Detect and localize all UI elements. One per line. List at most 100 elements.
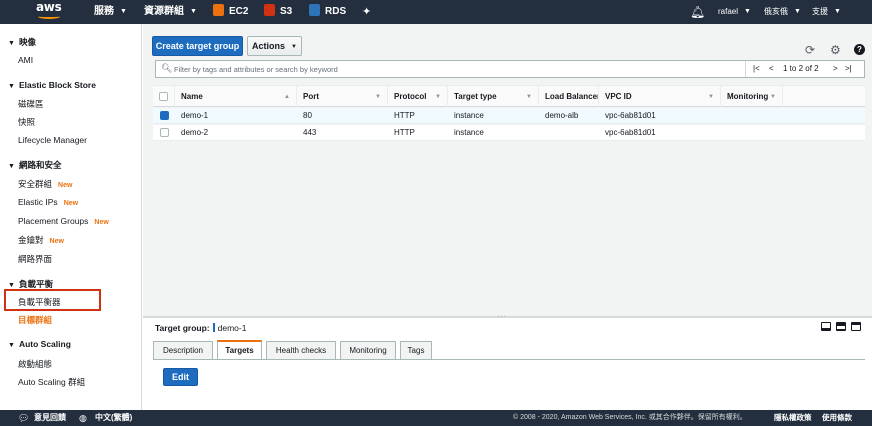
shortcut-s3-label: S3 — [280, 6, 293, 17]
column-label: Port — [303, 92, 319, 101]
main-content: Create target group Actions ▼ ⟳ ⚙ ? 🔍︎ |<… — [143, 24, 872, 410]
sidebar-section-auto-scaling[interactable]: ▼ Auto Scaling — [8, 339, 71, 349]
column-header-protocol[interactable]: Protocol ▼ — [388, 86, 448, 108]
actions-label: Actions — [252, 41, 286, 51]
support-menu[interactable]: 支援 ▼ — [812, 0, 841, 24]
caret-down-icon: ▼ — [8, 163, 15, 170]
new-badge: New — [58, 182, 73, 189]
region-name: 俄亥俄 — [764, 7, 788, 16]
new-badge: New — [63, 200, 79, 207]
filter-input[interactable] — [156, 61, 746, 77]
feedback-link[interactable]: 意見回饋 — [34, 410, 66, 426]
cell-port: 80 — [303, 111, 312, 120]
user-menu[interactable]: rafael ▼ — [718, 0, 751, 24]
language-selector[interactable]: 中文(繁體) — [95, 410, 132, 426]
sidebar-item-security-groups[interactable]: 安全群組 New — [18, 178, 72, 190]
rds-icon — [309, 4, 320, 16]
select-all-checkbox[interactable] — [159, 92, 168, 101]
sidebar-item-ami[interactable]: AMI — [18, 55, 33, 65]
sidebar-section-title: Auto Scaling — [18, 339, 71, 349]
sidebar-item-network-interfaces[interactable]: 網路界面 — [18, 253, 52, 265]
column-header-vpc-id[interactable]: VPC ID ▼ — [599, 86, 721, 108]
terms-of-use-link[interactable]: 使用條款 — [822, 410, 852, 426]
tab-monitoring[interactable]: Monitoring — [340, 341, 396, 359]
sidebar-item-snapshots[interactable]: 快照 — [18, 116, 35, 128]
bell-icon[interactable]: 🔔︎ — [690, 0, 705, 24]
first-page-icon[interactable]: |< — [753, 61, 760, 77]
tab-tags[interactable]: Tags — [400, 341, 432, 359]
tab-targets[interactable]: Targets — [217, 340, 262, 359]
cell-monitoring — [721, 108, 727, 124]
column-header-target-type[interactable]: Target type ▼ — [448, 86, 539, 108]
resource-groups-menu[interactable]: 資源群組 ▼ — [144, 0, 197, 24]
sidebar-section-ebs[interactable]: ▼ Elastic Block Store — [8, 80, 96, 90]
new-badge: New — [94, 219, 109, 226]
table-row[interactable]: demo-1 80 HTTP instance demo-alb vpc-6ab… — [153, 108, 865, 124]
help-icon[interactable]: ? — [854, 44, 865, 55]
cell-vpc-id: vpc-6ab81d01 — [605, 128, 656, 137]
cell-name: demo-2 — [181, 128, 209, 137]
create-target-group-button[interactable]: Create target group — [152, 36, 243, 56]
sidebar-item-elastic-ips[interactable]: Elastic IPs New — [18, 197, 78, 207]
tab-divider — [153, 359, 865, 360]
user-name: rafael — [718, 7, 739, 16]
highlight-annotation-box — [4, 289, 101, 311]
sidebar-item-label: Elastic IPs — [18, 197, 58, 207]
sort-icon: ▼ — [375, 94, 381, 100]
sidebar-item-key-pairs[interactable]: 金鑰對 New — [18, 234, 64, 246]
shortcut-rds[interactable]: RDS — [309, 0, 346, 24]
target-group-value: demo-1 — [217, 323, 247, 333]
copyright-text: © 2008 - 2020, Amazon Web Services, Inc.… — [513, 414, 747, 421]
table-row[interactable]: demo-2 443 HTTP instance vpc-6ab81d01 — [153, 125, 865, 141]
pin-icon[interactable]: ✦ — [362, 0, 371, 24]
refresh-icon[interactable]: ⟳ — [805, 44, 815, 56]
sidebar-section-images[interactable]: ▼ 映像 — [8, 36, 36, 48]
caret-down-icon: ▼ — [8, 342, 15, 349]
sidebar-item-launch-configurations[interactable]: 啟動組態 — [18, 358, 52, 370]
gear-icon[interactable]: ⚙ — [830, 44, 841, 56]
sidebar-item-lifecycle-manager[interactable]: Lifecycle Manager — [18, 135, 87, 145]
panel-minimize-icon[interactable] — [821, 322, 831, 331]
chevron-down-icon: ▼ — [744, 8, 751, 15]
s3-icon — [264, 4, 275, 16]
panel-maximize-icon[interactable] — [851, 322, 861, 331]
sidebar-section-title: 映像 — [18, 37, 36, 47]
selection-bar — [212, 323, 215, 332]
cell-load-balancer: demo-alb — [545, 111, 579, 120]
column-header-load-balancer[interactable]: Load Balancer — [539, 86, 599, 108]
prev-page-icon[interactable]: < — [769, 61, 774, 77]
shortcut-s3[interactable]: S3 — [264, 0, 292, 24]
select-all-cell — [153, 86, 175, 108]
sidebar-section-network-security[interactable]: ▼ 網路和安全 — [8, 159, 61, 171]
panel-half-icon[interactable] — [836, 322, 846, 331]
row-checkbox[interactable] — [160, 111, 169, 120]
row-checkbox[interactable] — [160, 128, 169, 137]
sort-icon: ▼ — [435, 94, 441, 100]
sidebar-item-placement-groups[interactable]: Placement Groups New — [18, 216, 109, 226]
cell-port: 443 — [303, 128, 317, 137]
last-page-icon[interactable]: >| — [845, 61, 852, 77]
ec2-icon — [213, 4, 224, 16]
shortcut-rds-label: RDS — [325, 6, 347, 17]
column-header-name[interactable]: Name ▲ — [175, 86, 297, 108]
aws-logo[interactable]: aws — [36, 1, 64, 21]
sidebar-item-target-groups[interactable]: 目標群組 — [18, 314, 52, 326]
footer: 💬︎ 意見回饋 ◍ 中文(繁體) © 2008 - 2020, Amazon W… — [0, 410, 872, 426]
globe-icon[interactable]: ◍ — [79, 410, 87, 426]
region-menu[interactable]: 俄亥俄 ▼ — [764, 0, 801, 24]
next-page-icon[interactable]: > — [833, 61, 838, 77]
sidebar-item-volumes[interactable]: 磁碟區 — [18, 98, 44, 110]
cell-name: demo-1 — [181, 111, 209, 120]
tab-description[interactable]: Description — [153, 341, 213, 359]
cell-target-type: instance — [454, 128, 484, 137]
chat-bubble-icon[interactable]: 💬︎ — [18, 410, 29, 426]
tab-health-checks[interactable]: Health checks — [266, 341, 336, 359]
shortcut-ec2[interactable]: EC2 — [213, 0, 248, 24]
services-menu[interactable]: 服務 ▼ — [94, 0, 127, 24]
column-header-monitoring[interactable]: Monitoring ▼ — [721, 86, 783, 108]
column-header-port[interactable]: Port ▼ — [297, 86, 388, 108]
edit-button[interactable]: Edit — [163, 368, 198, 386]
privacy-policy-link[interactable]: 隱私權政策 — [774, 410, 812, 426]
sidebar-item-auto-scaling-groups[interactable]: Auto Scaling 群組 — [18, 376, 85, 388]
actions-button[interactable]: Actions ▼ — [247, 36, 302, 56]
